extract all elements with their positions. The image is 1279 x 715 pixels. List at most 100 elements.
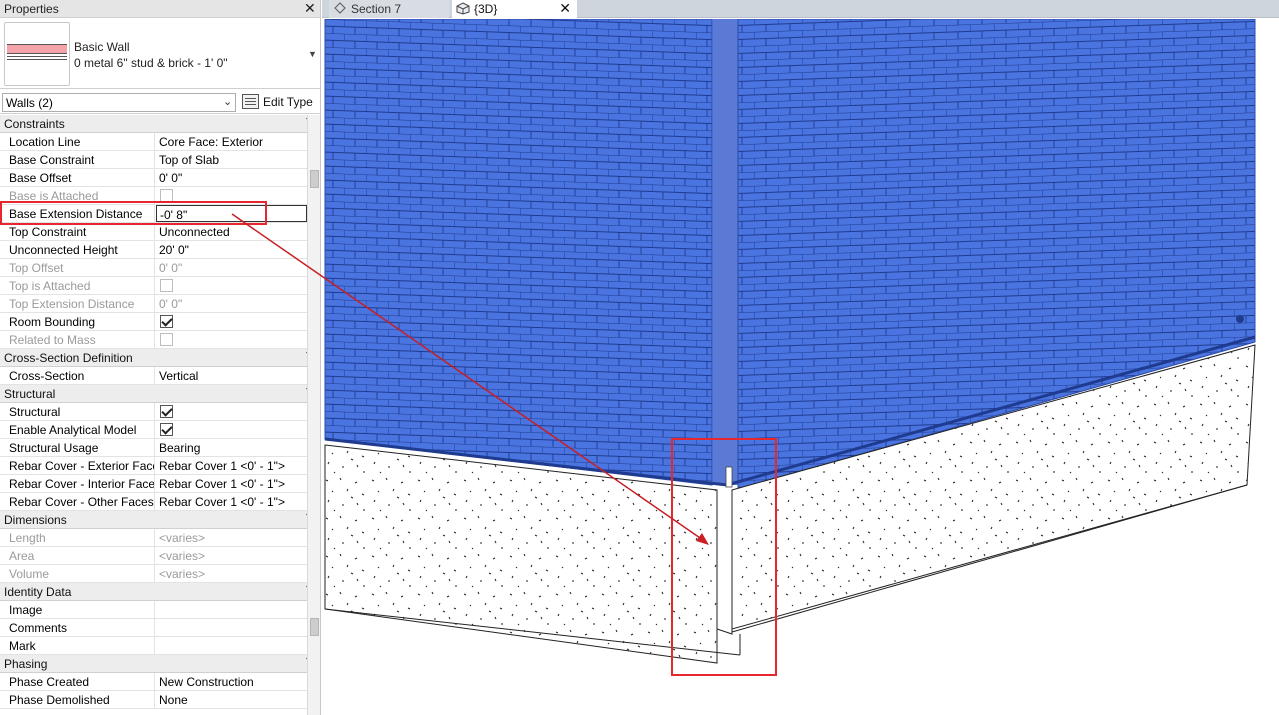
param-value[interactable]: 0' 0" [156, 169, 307, 186]
param-phase-created[interactable]: Phase Created New Construction [0, 673, 307, 691]
tab-label: Section 7 [351, 2, 402, 16]
param-label: Structural [0, 403, 155, 420]
param-top-extension-distance: Top Extension Distance 0' 0" [0, 295, 307, 313]
instance-selector-dropdown[interactable]: Walls (2) ⌄ [2, 93, 236, 112]
param-value[interactable]: Vertical [156, 367, 307, 384]
param-label: Rebar Cover - Exterior Face [0, 457, 155, 474]
param-rebar-cover-interior[interactable]: Rebar Cover - Interior Face Rebar Cover 1… [0, 475, 307, 493]
properties-palette: Properties ✕ Basic Wall 0 metal 6" stud … [0, 0, 321, 715]
section-cross-section-definition[interactable]: Cross-Section Definition ⌃ [0, 349, 312, 367]
model-view[interactable] [322, 19, 1279, 715]
param-value: <varies> [159, 567, 206, 581]
wall-type-thumbnail-icon [4, 22, 70, 86]
chevron-down-icon[interactable]: ▼ [308, 49, 317, 59]
param-base-extension-distance[interactable]: Base Extension Distance -0' 8" [0, 205, 307, 223]
param-label: Rebar Cover - Other Faces [0, 493, 155, 510]
properties-title: Properties [4, 2, 59, 16]
param-base-constraint[interactable]: Base Constraint Top of Slab [0, 151, 307, 169]
tab-section-7[interactable]: Section 7 [329, 0, 449, 18]
param-value[interactable]: 20' 0" [156, 241, 307, 258]
param-label: Top Extension Distance [0, 295, 155, 312]
section-view-icon [334, 2, 346, 14]
param-label: Mark [0, 637, 155, 654]
param-value[interactable]: Top of Slab [156, 151, 307, 168]
param-label: Base Constraint [0, 151, 155, 168]
param-room-bounding[interactable]: Room Bounding [0, 313, 307, 331]
param-value[interactable] [156, 619, 307, 636]
param-cross-section[interactable]: Cross-Section Vertical [0, 367, 307, 385]
param-base-offset[interactable]: Base Offset 0' 0" [0, 169, 307, 187]
section-identity-data[interactable]: Identity Data ⌃ [0, 583, 312, 601]
section-dimensions[interactable]: Dimensions ⌃ [0, 511, 312, 529]
param-top-offset: Top Offset 0' 0" [0, 259, 307, 277]
param-value [156, 277, 307, 294]
param-value[interactable]: Bearing [156, 439, 307, 456]
param-label: Top Offset [0, 259, 155, 276]
param-value[interactable]: Core Face: Exterior [156, 133, 307, 150]
close-icon[interactable]: ✕ [304, 0, 316, 17]
param-value [156, 313, 307, 330]
param-rebar-cover-other[interactable]: Rebar Cover - Other Faces Rebar Cover 1 <… [0, 493, 307, 511]
param-volume: Volume <varies> [0, 565, 307, 583]
param-location-line[interactable]: Location Line Core Face: Exterior [0, 133, 307, 151]
chevron-down-icon: ⌄ [223, 96, 233, 108]
section-title: Cross-Section Definition [4, 351, 133, 365]
param-enable-analytical-model[interactable]: Enable Analytical Model [0, 421, 307, 439]
3d-view-icon [456, 2, 470, 15]
param-value [156, 331, 307, 348]
param-value: <varies> [159, 531, 206, 545]
properties-scrollbar[interactable] [307, 115, 320, 715]
section-title: Constraints [4, 117, 65, 131]
edit-type-button[interactable]: Edit Type [241, 93, 319, 112]
param-comments[interactable]: Comments [0, 619, 307, 637]
section-phasing[interactable]: Phasing ⌃ [0, 655, 312, 673]
section-constraints[interactable]: Constraints ⌃ [0, 115, 312, 133]
param-unconnected-height[interactable]: Unconnected Height 20' 0" [0, 241, 307, 259]
param-value: 0' 0" [159, 261, 183, 275]
param-phase-demolished[interactable]: Phase Demolished None [0, 691, 307, 709]
3d-viewport[interactable] [322, 19, 1279, 715]
param-image[interactable]: Image [0, 601, 307, 619]
param-label: Room Bounding [0, 313, 155, 330]
param-structural-usage[interactable]: Structural Usage Bearing [0, 439, 307, 457]
param-value[interactable]: Rebar Cover 1 <0' - 1"> [156, 475, 307, 492]
type-name-label: 0 metal 6" stud & brick - 1' 0" [74, 56, 228, 70]
base-extension-distance-input[interactable]: -0' 8" [156, 205, 307, 222]
param-structural[interactable]: Structural [0, 403, 307, 421]
instance-filter-row: Walls (2) ⌄ Edit Type [0, 90, 320, 114]
param-top-constraint[interactable]: Top Constraint Unconnected [0, 223, 307, 241]
param-value: <varies> [159, 549, 206, 563]
param-label: Location Line [0, 133, 155, 150]
param-value [156, 187, 307, 204]
param-value[interactable]: Unconnected [156, 223, 307, 240]
param-label: Volume [0, 565, 155, 582]
section-structural[interactable]: Structural ⌃ [0, 385, 312, 403]
param-value[interactable] [156, 601, 307, 618]
param-value[interactable]: None [156, 691, 307, 708]
param-value: 0' 0" [159, 297, 183, 311]
scroll-thumb[interactable] [310, 170, 319, 188]
analytical-model-checkbox[interactable] [160, 423, 173, 436]
room-bounding-checkbox[interactable] [160, 315, 173, 328]
tab-label: {3D} [474, 2, 498, 16]
param-value[interactable] [156, 637, 307, 654]
base-extension-edge [716, 490, 733, 635]
properties-title-bar: Properties ✕ [0, 0, 320, 18]
param-label: Cross-Section [0, 367, 155, 384]
close-icon[interactable]: ✕ [559, 0, 571, 17]
param-label: Area [0, 547, 155, 564]
structural-checkbox[interactable] [160, 405, 173, 418]
param-value[interactable]: New Construction [156, 673, 307, 690]
param-value[interactable]: Rebar Cover 1 <0' - 1"> [156, 457, 307, 474]
param-value[interactable]: Rebar Cover 1 <0' - 1"> [156, 493, 307, 510]
tab-3d-view[interactable]: {3D} ✕ [452, 0, 577, 18]
param-label: Rebar Cover - Interior Face [0, 475, 155, 492]
type-selector[interactable]: Basic Wall 0 metal 6" stud & brick - 1' … [0, 18, 320, 89]
param-mark[interactable]: Mark [0, 637, 307, 655]
param-rebar-cover-exterior[interactable]: Rebar Cover - Exterior Face Rebar Cover 1… [0, 457, 307, 475]
param-base-is-attached: Base is Attached [0, 187, 307, 205]
scroll-thumb[interactable] [310, 618, 319, 636]
section-title: Phasing [4, 657, 48, 671]
wall-corner [712, 19, 738, 485]
param-related-to-mass: Related to Mass [0, 331, 307, 349]
